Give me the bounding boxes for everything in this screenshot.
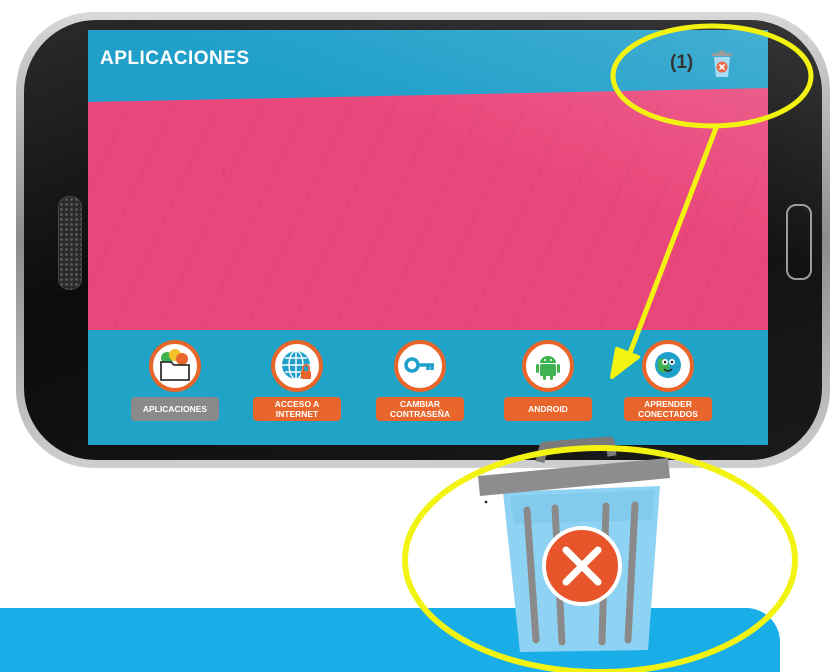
large-trash-icon xyxy=(478,436,670,652)
highlight-ellipse-top xyxy=(610,23,814,129)
annotation-layer xyxy=(402,23,814,672)
